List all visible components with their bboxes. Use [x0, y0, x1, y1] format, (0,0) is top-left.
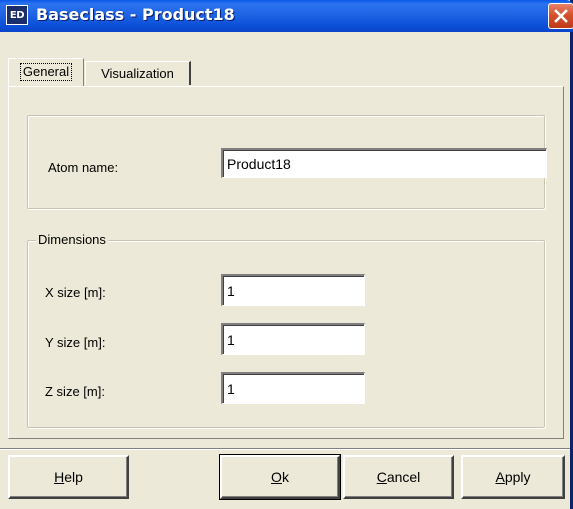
button-divider: [0, 448, 570, 450]
dialog-window: ED Baseclass - Product18 General Visuali…: [0, 0, 573, 509]
atom-name-label: Atom name:: [48, 160, 119, 175]
tab-visualization[interactable]: Visualization: [85, 61, 191, 85]
z-size-label: Z size [m]:: [45, 384, 105, 399]
x-size-label: X size [m]:: [45, 285, 106, 300]
close-icon: [554, 9, 568, 23]
title-bar[interactable]: ED Baseclass - Product18: [0, 0, 573, 32]
z-size-field[interactable]: [221, 372, 365, 404]
apply-button-mnemonic: A: [495, 469, 505, 485]
cancel-button[interactable]: Cancel: [343, 455, 454, 499]
close-button[interactable]: [548, 3, 573, 29]
tab-general-label: General: [19, 63, 73, 81]
ok-button-mnemonic: O: [271, 469, 282, 485]
window-title: Baseclass - Product18: [36, 5, 235, 24]
atom-name-group: Atom name:: [27, 115, 547, 209]
atom-name-field[interactable]: [221, 148, 547, 178]
apply-button-label: pply: [504, 469, 531, 485]
apply-button[interactable]: Apply: [461, 455, 565, 499]
ok-button[interactable]: Ok: [219, 454, 341, 500]
tab-panel-general: Atom name: Dimensions X size [m]: Y size…: [8, 86, 564, 439]
help-button[interactable]: Help: [8, 455, 129, 499]
dimensions-group: Dimensions X size [m]: Y size [m]: Z siz…: [27, 232, 545, 428]
tab-general[interactable]: General: [8, 58, 84, 86]
help-button-label: elp: [64, 469, 83, 485]
y-size-field[interactable]: [221, 323, 365, 355]
y-size-label: Y size [m]:: [45, 335, 106, 350]
help-button-mnemonic: H: [54, 469, 65, 485]
ok-button-label: k: [281, 469, 289, 485]
x-size-field[interactable]: [221, 274, 365, 306]
app-icon-text: ED: [9, 9, 25, 21]
cancel-button-label: ancel: [386, 469, 421, 485]
dimensions-legend: Dimensions: [36, 232, 108, 247]
app-icon: ED: [6, 5, 28, 25]
tab-visualization-label: Visualization: [101, 66, 174, 81]
cancel-button-mnemonic: C: [376, 469, 387, 485]
